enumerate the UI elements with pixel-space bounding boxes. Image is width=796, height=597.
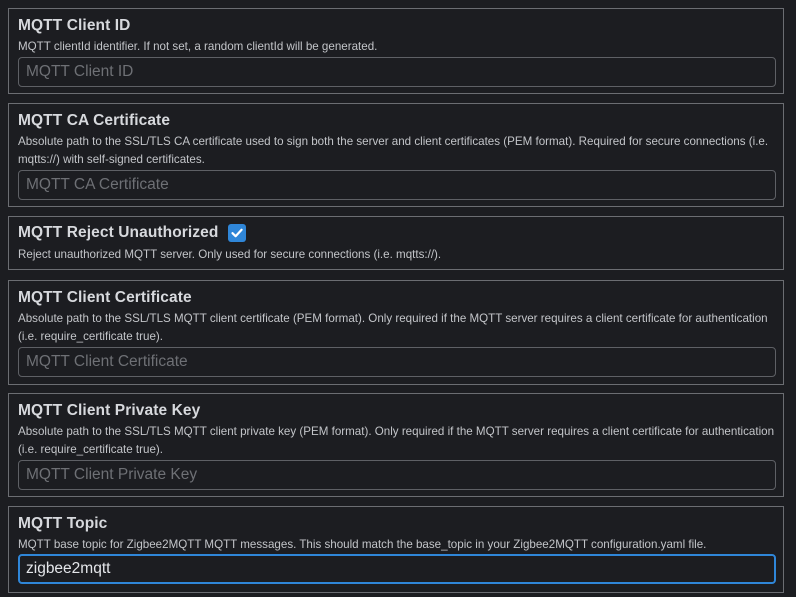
title-row: MQTT Topic (18, 515, 107, 533)
setting-description: Absolute path to the SSL/TLS CA certific… (18, 135, 769, 166)
checkmark-icon (231, 228, 244, 238)
setting-card-client-id: MQTT Client ID MQTT clientId identifier.… (8, 8, 784, 94)
client-private-key-input[interactable] (18, 460, 776, 490)
setting-description: Absolute path to the SSL/TLS MQTT client… (18, 425, 775, 456)
client-certificate-input[interactable] (18, 347, 776, 377)
setting-title: MQTT Client Certificate (18, 289, 192, 306)
setting-title: MQTT Topic (18, 515, 108, 532)
title-row: MQTT CA Certificate (18, 112, 170, 130)
setting-card-client-certificate: MQTT Client Certificate Absolute path to… (8, 280, 784, 385)
setting-description: Reject unauthorized MQTT server. Only us… (18, 248, 442, 261)
setting-title: MQTT CA Certificate (18, 112, 171, 129)
title-row: MQTT Reject Unauthorized (18, 224, 247, 242)
title-row: MQTT Client ID (18, 17, 130, 35)
reject-unauthorized-checkbox[interactable] (228, 224, 247, 242)
setting-title: MQTT Client Private Key (18, 402, 201, 419)
setting-title: MQTT Reject Unauthorized (18, 224, 219, 241)
setting-description: MQTT clientId identifier. If not set, a … (18, 40, 378, 53)
setting-card-topic: MQTT Topic MQTT base topic for Zigbee2MQ… (8, 506, 784, 593)
setting-card-ca-certificate: MQTT CA Certificate Absolute path to the… (8, 103, 784, 207)
title-row: MQTT Client Certificate (18, 289, 192, 307)
setting-title: MQTT Client ID (18, 17, 131, 34)
title-row: MQTT Client Private Key (18, 402, 200, 420)
setting-description: Absolute path to the SSL/TLS MQTT client… (18, 312, 768, 343)
ca-certificate-input[interactable] (18, 170, 776, 200)
setting-description: MQTT base topic for Zigbee2MQTT MQTT mes… (18, 538, 707, 551)
setting-card-reject-unauthorized: MQTT Reject Unauthorized Reject unauthor… (8, 216, 784, 270)
topic-input[interactable] (18, 554, 776, 584)
client-id-input[interactable] (18, 57, 776, 87)
setting-card-client-private-key: MQTT Client Private Key Absolute path to… (8, 393, 784, 497)
